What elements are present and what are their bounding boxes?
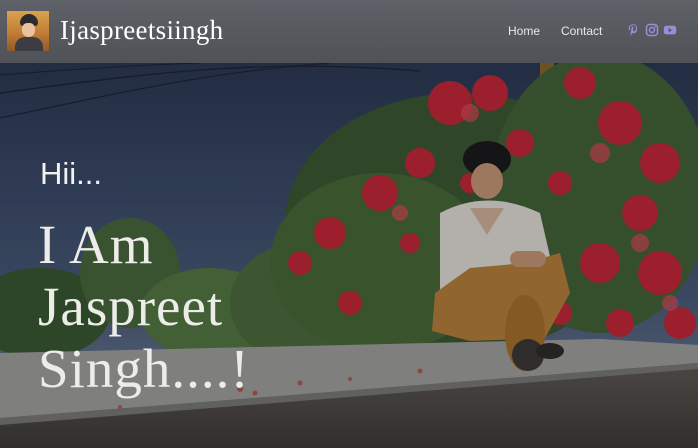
hero-greeting: Hii...	[40, 156, 102, 191]
site-logo-avatar[interactable]	[7, 11, 49, 51]
hero-headline-line-1: I Am	[38, 214, 154, 275]
site-header: Ijaspreetsiingh Home Contact	[0, 0, 698, 63]
avatar-face	[22, 23, 35, 37]
instagram-icon[interactable]	[645, 23, 659, 37]
hero-headline: I Am Jaspreet Singh....!	[38, 214, 250, 400]
nav-contact-link[interactable]: Contact	[561, 24, 602, 38]
pinterest-icon[interactable]	[626, 23, 640, 37]
hero-banner: Hii... I Am Jaspreet Singh....!	[0, 63, 698, 448]
youtube-icon[interactable]	[663, 23, 677, 37]
hero-headline-line-3: Singh....!	[38, 338, 250, 399]
hero-text-block: Hii... I Am Jaspreet Singh....!	[0, 63, 698, 448]
nav-home-link[interactable]: Home	[508, 24, 540, 38]
site-title[interactable]: Ijaspreetsiingh	[60, 15, 223, 46]
hero-headline-line-2: Jaspreet	[38, 276, 224, 337]
avatar-body	[15, 37, 43, 51]
